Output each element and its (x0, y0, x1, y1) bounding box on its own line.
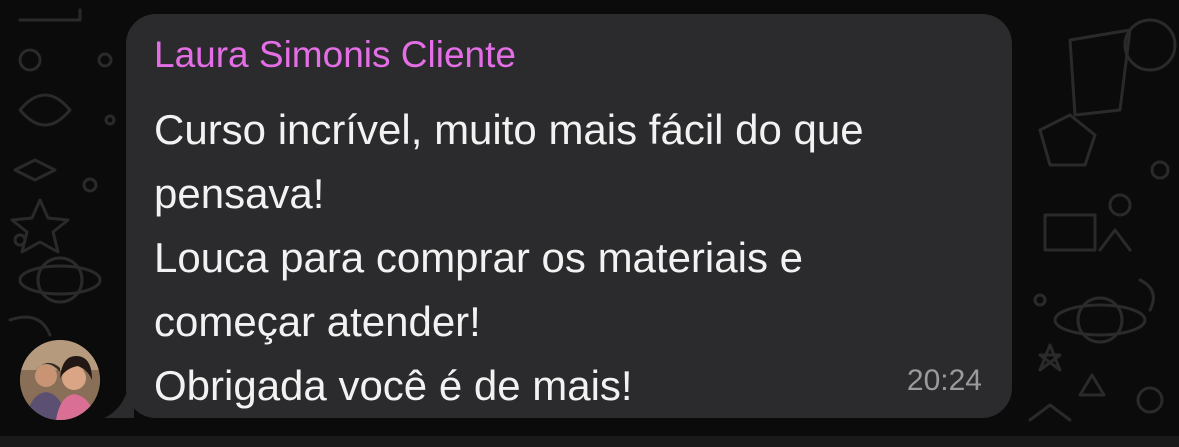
sender-name[interactable]: Laura Simonis Cliente (154, 34, 516, 76)
message-bubble[interactable]: Laura Simonis Cliente Curso incrível, mu… (126, 14, 1012, 418)
sender-avatar[interactable] (20, 340, 100, 420)
message-text-line: Curso incrível, muito mais fácil do que (154, 106, 864, 153)
avatar-photo (20, 340, 100, 420)
message-text-line: pensava! (154, 170, 325, 217)
message-text-line: começar atender! (154, 298, 481, 345)
bottom-divider (0, 436, 1179, 447)
message-text-line: Obrigada você é de mais! (154, 362, 633, 409)
message-text-line: Louca para comprar os materiais e (154, 234, 803, 281)
message-timestamp: 20:24 (906, 364, 982, 397)
